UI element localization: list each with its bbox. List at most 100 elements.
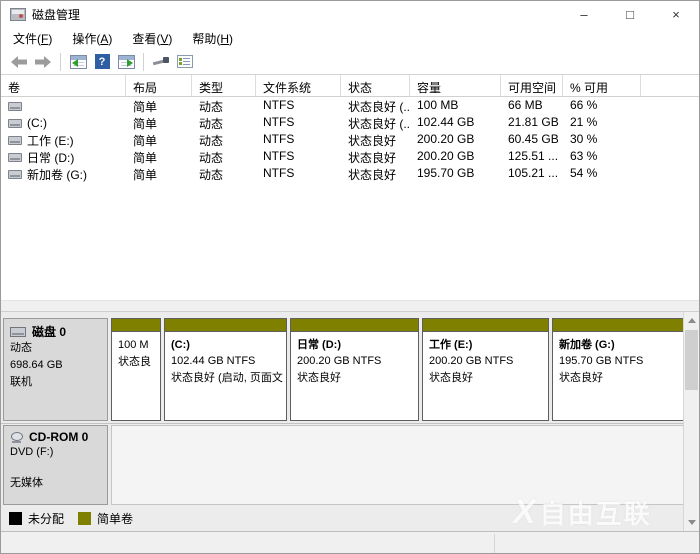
col-percent-free[interactable]: % 可用: [563, 75, 641, 97]
properties-button[interactable]: [173, 51, 197, 73]
scroll-down-icon[interactable]: [688, 520, 696, 525]
scrollbar-thumb[interactable]: [685, 330, 698, 390]
unallocated-swatch: [9, 512, 22, 525]
disk-0-panel[interactable]: 磁盘 0 动态 698.64 GB 联机: [3, 318, 108, 421]
volume-pct-free: 66 %: [570, 98, 598, 112]
disk-0-partitions: 100 M 状态良 (C:) 102.44 GB NTFS 状态良好 (启动, …: [111, 318, 685, 421]
volume-name: 工作 (E:): [27, 133, 74, 148]
show-actions-button[interactable]: [114, 51, 138, 73]
simple-volume-label: 简单卷: [97, 512, 134, 526]
simple-volume-swatch: [78, 512, 92, 525]
col-filler: [641, 75, 699, 97]
partition-system-reserved[interactable]: 100 M 状态良: [111, 318, 161, 421]
partition-name: 日常 (D:): [297, 339, 341, 351]
menu-action-pre: 操作(: [72, 32, 101, 46]
cdrom-icon: [10, 431, 23, 443]
disk-0-size: 698.64 GB: [10, 359, 63, 371]
minimize-button[interactable]: –: [561, 1, 607, 28]
volume-layout: 简单: [133, 117, 158, 131]
forward-button[interactable]: [31, 51, 55, 73]
simple-volume-band: [291, 319, 418, 332]
table-row[interactable]: 新加卷 (G:) 简单 动态 NTFS 状态良好 195.70 GB 105.2…: [1, 165, 699, 182]
partition-size: 102.44 GB NTFS: [171, 355, 256, 367]
cdrom-0-title: CD-ROM 0: [29, 430, 89, 444]
volume-status: 状态良好: [348, 134, 397, 148]
partition-size: 195.70 GB NTFS: [559, 355, 644, 367]
partition-status: 状态良好: [297, 372, 341, 384]
volume-status: 状态良好: [348, 151, 397, 165]
volume-icon: [8, 118, 22, 128]
partition-d[interactable]: 日常 (D:) 200.20 GB NTFS 状态良好: [290, 318, 419, 421]
help-button[interactable]: ?: [90, 51, 114, 73]
partition-g[interactable]: 新加卷 (G:) 195.70 GB NTFS 状态良好: [552, 318, 685, 421]
cdrom-empty-region[interactable]: [111, 425, 684, 505]
action-tool-button[interactable]: [149, 51, 173, 73]
col-filesystem[interactable]: 文件系统: [256, 75, 341, 97]
volume-status: 状态良好 (...: [348, 100, 410, 114]
volume-fs: NTFS: [263, 166, 295, 180]
volume-free: 66 MB: [508, 98, 543, 112]
simple-volume-band: [165, 319, 286, 332]
show-tree-button[interactable]: [66, 51, 90, 73]
window-title: 磁盘管理: [32, 8, 81, 22]
volume-pct-free: 21 %: [570, 115, 598, 129]
toolbar-separator: [60, 52, 61, 71]
volume-type: 动态: [199, 117, 224, 131]
volume-layout: 简单: [133, 134, 158, 148]
disk-0-type: 动态: [10, 342, 32, 354]
volume-pct-free: 30 %: [570, 132, 598, 146]
menu-file[interactable]: 文件(F): [9, 28, 60, 49]
volume-pct-free: 54 %: [570, 166, 598, 180]
col-free-space[interactable]: 可用空间: [501, 75, 563, 97]
volume-type: 动态: [199, 100, 224, 114]
table-row[interactable]: 简单 动态 NTFS 状态良好 (... 100 MB 66 MB 66 %: [1, 97, 699, 114]
legend: 未分配 简单卷: [9, 510, 133, 527]
simple-volume-band: [423, 319, 548, 332]
volume-free: 125.51 ...: [508, 149, 559, 163]
statusbar-divider: [494, 534, 495, 553]
col-volume[interactable]: 卷: [1, 75, 126, 97]
menu-file-post: ): [48, 32, 53, 46]
volume-capacity: 200.20 GB: [417, 132, 475, 146]
volume-name: (C:): [27, 116, 47, 130]
menu-help-post: ): [229, 32, 234, 46]
partition-e[interactable]: 工作 (E:) 200.20 GB NTFS 状态良好: [422, 318, 549, 421]
col-status[interactable]: 状态: [341, 75, 410, 97]
close-button[interactable]: ×: [653, 1, 699, 28]
titlebar: 磁盘管理 – □ ×: [1, 1, 699, 28]
col-layout[interactable]: 布局: [126, 75, 192, 97]
cdrom-0-panel[interactable]: CD-ROM 0 DVD (F:) 无媒体: [3, 425, 108, 505]
partition-name: 工作 (E:): [429, 339, 473, 351]
action-tool-icon: [152, 56, 170, 68]
col-type[interactable]: 类型: [192, 75, 256, 97]
table-row[interactable]: 工作 (E:) 简单 动态 NTFS 状态良好 200.20 GB 60.45 …: [1, 131, 699, 148]
volume-pct-free: 63 %: [570, 149, 598, 163]
maximize-button[interactable]: □: [607, 1, 653, 28]
partition-status: 状态良好: [559, 372, 603, 384]
volume-free: 21.81 GB: [508, 115, 559, 129]
menu-action[interactable]: 操作(A): [68, 28, 120, 49]
vertical-scrollbar[interactable]: [683, 312, 699, 531]
volume-list: 卷 布局 类型 文件系统 状态 容量 可用空间 % 可用 简单 动态 NTFS …: [1, 75, 699, 182]
statusbar: [1, 531, 699, 553]
scroll-up-icon[interactable]: [688, 318, 696, 323]
partition-status: 状态良好: [429, 372, 473, 384]
partition-status: 状态良: [118, 356, 151, 368]
partition-c[interactable]: (C:) 102.44 GB NTFS 状态良好 (启动, 页面文: [164, 318, 287, 421]
menu-help[interactable]: 帮助(H): [188, 28, 241, 49]
partition-name: 新加卷 (G:): [559, 339, 615, 351]
disk-management-window: 磁盘管理 – □ × 文件(F) 操作(A) 查看(V) 帮助(H) ? 卷 布…: [0, 0, 700, 554]
disk-0-status: 联机: [10, 376, 32, 388]
cdrom-drive-letter: DVD (F:): [10, 446, 54, 458]
simple-volume-band: [112, 319, 160, 332]
menu-help-key: H: [220, 32, 230, 46]
menu-view[interactable]: 查看(V): [128, 28, 180, 49]
volume-capacity: 100 MB: [417, 98, 459, 112]
help-icon: ?: [94, 54, 110, 69]
col-capacity[interactable]: 容量: [410, 75, 501, 97]
table-row[interactable]: (C:) 简单 动态 NTFS 状态良好 (... 102.44 GB 21.8…: [1, 114, 699, 131]
back-button[interactable]: [7, 51, 31, 73]
disk-0-title: 磁盘 0: [32, 325, 67, 339]
table-row[interactable]: 日常 (D:) 简单 动态 NTFS 状态良好 200.20 GB 125.51…: [1, 148, 699, 165]
pane-splitter[interactable]: [1, 300, 699, 312]
